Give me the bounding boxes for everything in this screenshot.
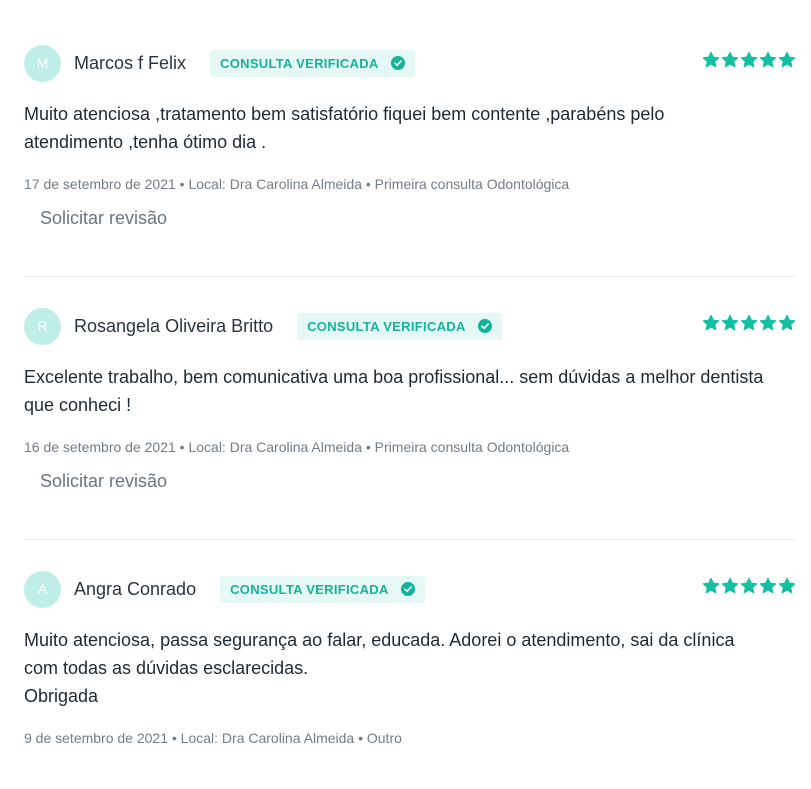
rating-stars	[702, 314, 796, 332]
star-icon	[702, 577, 720, 594]
star-icon	[721, 51, 739, 68]
review-text-line: que conheci !	[24, 395, 132, 415]
star-icon	[759, 51, 777, 68]
check-circle-icon	[477, 319, 492, 333]
star-icon	[778, 314, 796, 331]
verified-badge-label: CONSULTA VERIFICADA	[230, 581, 389, 597]
reviewer-name: Marcos f Felix	[74, 52, 187, 73]
verified-badge: CONSULTA VERIFICADA	[220, 575, 425, 603]
star-icon	[702, 314, 720, 331]
reviewer-name: Rosangela Oliveira Britto	[74, 315, 274, 336]
reviewer-name: Angra Conrado	[74, 578, 197, 599]
review-header: R Rosangela Oliveira Britto CONSULTA VER…	[24, 307, 796, 345]
avatar: A	[24, 570, 61, 608]
reviews-list: M Marcos f Felix CONSULTA VERIFICADA Mui…	[0, 0, 811, 789]
divider	[24, 539, 796, 540]
verified-badge: CONSULTA VERIFICADA	[297, 312, 502, 340]
review-meta: 9 de setembro de 2021 • Local: Dra Carol…	[24, 730, 402, 746]
verified-badge: CONSULTA VERIFICADA	[210, 49, 415, 77]
review-text: Muito atenciosa, passa segurança ao fala…	[24, 626, 796, 710]
review-card: A Angra Conrado CONSULTA VERIFICADA Muit…	[24, 570, 796, 746]
review-meta: 16 de setembro de 2021 • Local: Dra Caro…	[24, 439, 570, 455]
rating-stars	[702, 51, 796, 69]
review-card: R Rosangela Oliveira Britto CONSULTA VER…	[24, 307, 796, 492]
avatar: R	[24, 307, 61, 345]
review-text-line: Muito atenciosa, passa segurança ao fala…	[24, 630, 735, 650]
star-icon	[778, 51, 796, 68]
verified-badge-label: CONSULTA VERIFICADA	[220, 55, 379, 71]
check-circle-icon	[400, 582, 415, 596]
review-text: Excelente trabalho, bem comunicativa uma…	[24, 363, 796, 419]
star-icon	[740, 314, 758, 331]
star-icon	[740, 51, 758, 68]
review-card: M Marcos f Felix CONSULTA VERIFICADA Mui…	[24, 44, 796, 229]
star-icon	[778, 577, 796, 594]
verified-badge-label: CONSULTA VERIFICADA	[307, 318, 466, 334]
review-header: A Angra Conrado CONSULTA VERIFICADA	[24, 570, 796, 608]
review-text-line: com todas as dúvidas esclarecidas.	[24, 658, 309, 678]
review-meta: 17 de setembro de 2021 • Local: Dra Caro…	[24, 176, 570, 192]
review-header: M Marcos f Felix CONSULTA VERIFICADA	[24, 44, 796, 82]
avatar: M	[24, 44, 61, 82]
review-text-line: Obrigada	[24, 686, 99, 706]
review-text-line: Muito atenciosa ,tratamento bem satisfat…	[24, 104, 665, 124]
star-icon	[702, 51, 720, 68]
star-icon	[721, 314, 739, 331]
divider	[24, 276, 796, 277]
review-text-line: atendimento ,tenha ótimo dia .	[24, 132, 267, 152]
star-icon	[740, 577, 758, 594]
request-revision-link[interactable]: Solicitar revisão	[40, 471, 167, 492]
check-circle-icon	[390, 56, 405, 70]
star-icon	[721, 577, 739, 594]
star-icon	[759, 577, 777, 594]
review-text-line: Excelente trabalho, bem comunicativa uma…	[24, 367, 764, 387]
rating-stars	[702, 577, 796, 595]
star-icon	[759, 314, 777, 331]
request-revision-link[interactable]: Solicitar revisão	[40, 208, 167, 229]
review-text: Muito atenciosa ,tratamento bem satisfat…	[24, 100, 796, 156]
